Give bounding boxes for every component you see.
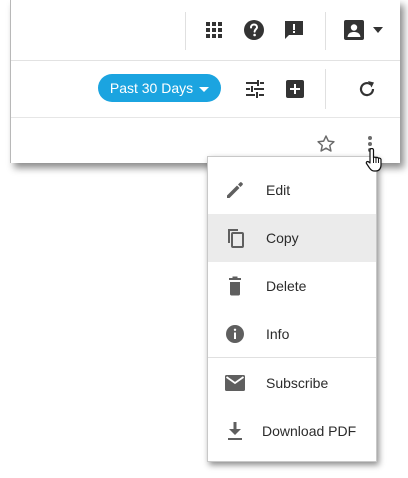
dashboard-header-panel: Past 30 Days — [10, 0, 400, 163]
menu-item-label: Copy — [266, 230, 299, 246]
menu-item-label: Info — [266, 326, 290, 342]
star-favorite-icon[interactable] — [315, 133, 337, 155]
date-range-caret-icon — [199, 86, 210, 92]
download-icon — [224, 420, 246, 442]
menu-item-label: Delete — [266, 278, 307, 294]
account-chevron-down-icon[interactable] — [372, 26, 384, 34]
menu-item-label: Edit — [266, 182, 291, 198]
copy-icon — [224, 227, 246, 249]
filter-settings-icon[interactable] — [244, 78, 266, 100]
screenshot-stage: Past 30 Days Edit Copy Delete Info Subsc… — [0, 0, 408, 478]
menu-item-subscribe[interactable]: Subscribe — [208, 359, 376, 407]
menu-item-label: Subscribe — [266, 375, 329, 391]
date-range-label: Past 30 Days — [109, 80, 194, 96]
more-vertical-icon[interactable] — [359, 133, 381, 155]
account-icon[interactable] — [343, 19, 365, 41]
menu-item-edit[interactable]: Edit — [208, 166, 376, 214]
pencil-icon — [224, 179, 246, 201]
toolbar-divider — [325, 69, 326, 109]
help-icon[interactable] — [243, 19, 265, 41]
info-icon — [224, 323, 246, 345]
header-divider-2 — [325, 12, 326, 50]
menu-divider — [208, 357, 376, 358]
apps-grid-icon[interactable] — [203, 19, 225, 41]
top-header-bar — [11, 0, 400, 61]
menu-item-copy[interactable]: Copy — [208, 214, 376, 262]
tile-actions-menu: Edit Copy Delete Info Subscribe Download… — [207, 156, 377, 462]
date-range-filter-button[interactable]: Past 30 Days — [98, 74, 221, 102]
mail-icon — [224, 372, 246, 394]
refresh-icon[interactable] — [356, 78, 378, 100]
dashboard-toolbar: Past 30 Days — [11, 61, 400, 118]
menu-item-label: Download PDF — [262, 423, 357, 439]
menu-item-delete[interactable]: Delete — [208, 262, 376, 310]
add-box-icon[interactable] — [284, 78, 306, 100]
feedback-icon[interactable] — [283, 19, 305, 41]
header-divider — [185, 12, 186, 50]
menu-item-info[interactable]: Info — [208, 310, 376, 358]
trash-icon — [224, 275, 246, 297]
menu-item-download-pdf[interactable]: Download PDF — [208, 407, 376, 455]
